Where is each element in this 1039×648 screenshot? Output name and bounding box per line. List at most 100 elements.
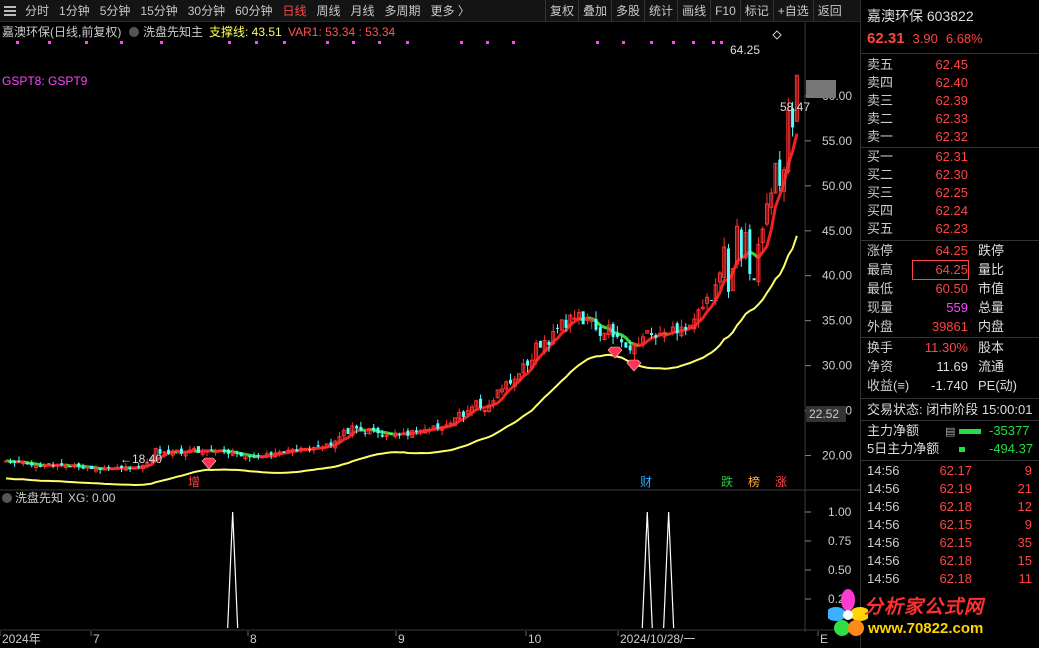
candle-body bbox=[726, 248, 730, 292]
ask-price[interactable]: 62.39 bbox=[913, 92, 968, 110]
tab-timeframe-4[interactable]: 30分钟 bbox=[183, 2, 230, 19]
signal-dot bbox=[228, 41, 231, 44]
ask-row: 卖二 62.33 bbox=[867, 110, 1037, 128]
date-label-year: 2024年 bbox=[2, 632, 41, 646]
tool-button-3[interactable]: 统计 bbox=[644, 0, 677, 22]
candle-body bbox=[564, 319, 568, 328]
tool-button-0[interactable]: 复权 bbox=[545, 0, 578, 22]
y-tick-label: 50.00 bbox=[822, 179, 852, 193]
trend-line bbox=[364, 427, 370, 432]
tab-timeframe-7[interactable]: 周线 bbox=[311, 2, 345, 19]
separator bbox=[861, 240, 1039, 241]
ask-label: 卖一 bbox=[867, 129, 894, 144]
candle-body bbox=[778, 159, 782, 186]
candle-body bbox=[98, 468, 102, 470]
candle-body bbox=[594, 318, 598, 330]
tab-timeframe-1[interactable]: 1分钟 bbox=[54, 2, 95, 19]
signal-dot bbox=[16, 41, 19, 44]
candle-body bbox=[175, 449, 180, 452]
ask-price[interactable]: 62.33 bbox=[913, 110, 968, 128]
candle-body bbox=[252, 456, 256, 458]
date-label-right: E bbox=[820, 632, 828, 646]
ask-price[interactable]: 62.45 bbox=[913, 56, 968, 74]
menu-icon[interactable] bbox=[4, 5, 16, 16]
tool-button-1[interactable]: 叠加 bbox=[578, 0, 611, 22]
event-tag[interactable]: 榜 bbox=[748, 474, 760, 489]
tab-timeframe-6[interactable]: 日线 bbox=[277, 2, 311, 19]
tick-row: 14:56 62.18 15 bbox=[867, 552, 1032, 570]
tab-timeframe-9[interactable]: 多周期 bbox=[380, 2, 426, 19]
tab-timeframe-5[interactable]: 60分钟 bbox=[230, 2, 277, 19]
ask-price[interactable]: 62.32 bbox=[913, 128, 968, 146]
candle-body bbox=[269, 452, 273, 455]
tab-timeframe-8[interactable]: 月线 bbox=[346, 2, 380, 19]
ask-label: 卖四 bbox=[867, 75, 894, 90]
event-tag[interactable]: 涨 bbox=[775, 474, 787, 489]
tool-button-8[interactable]: 返回 bbox=[812, 0, 846, 22]
bid-label: 买五 bbox=[867, 221, 894, 236]
candle-body bbox=[359, 426, 363, 431]
candle-body bbox=[556, 327, 560, 329]
candle-body bbox=[401, 432, 406, 435]
candle-body bbox=[406, 430, 410, 436]
event-tag[interactable]: 财 bbox=[640, 475, 652, 489]
bid-price[interactable]: 62.23 bbox=[913, 220, 968, 238]
tick-volume: 35 bbox=[1017, 535, 1032, 550]
date-label-cursor: 2024/10/28/一 bbox=[620, 632, 695, 646]
bid-price[interactable]: 62.24 bbox=[913, 202, 968, 220]
event-tag[interactable]: 增 bbox=[188, 475, 200, 489]
separator bbox=[861, 460, 1039, 461]
sub-indicator-toggle-icon[interactable] bbox=[2, 493, 12, 503]
indicator-toggle-icon[interactable] bbox=[129, 27, 139, 37]
tab-timeframe-2[interactable]: 5分钟 bbox=[95, 2, 136, 19]
kline-chart[interactable]: 60.0055.0050.0045.0040.0035.0030.0025.00… bbox=[0, 22, 860, 648]
stat-value: 64.25 bbox=[935, 243, 968, 258]
stat-label: 最高 bbox=[867, 262, 894, 277]
candle-body bbox=[508, 379, 512, 384]
tool-button-4[interactable]: 画线 bbox=[677, 0, 710, 22]
ask-price[interactable]: 62.40 bbox=[913, 74, 968, 92]
timeframe-tabs: 分时 1分钟 5分钟 15分钟 30分钟 60分钟 日线 周线 月线 多周期 更多 〉 bbox=[0, 0, 475, 22]
list-icon[interactable]: ▤ bbox=[945, 423, 959, 441]
candle-body bbox=[654, 335, 658, 338]
stat-label: 最低 bbox=[867, 281, 894, 296]
stat-row: 外盘 39861 内盘 bbox=[867, 318, 1037, 336]
signal-dot bbox=[672, 41, 675, 44]
tool-button-5[interactable]: F10 bbox=[710, 0, 740, 22]
sub-indicator-name: 洗盘先知 bbox=[15, 490, 63, 505]
tick-volume: 15 bbox=[1017, 553, 1032, 568]
candle-body bbox=[137, 466, 141, 468]
fund-label: 5日主力净额 bbox=[867, 441, 940, 456]
event-tag[interactable]: 跌 bbox=[721, 474, 733, 489]
logo-text: 分析家公式网 bbox=[864, 597, 985, 618]
tick-volume: 12 bbox=[1017, 499, 1032, 514]
tool-button-6[interactable]: 标记 bbox=[739, 0, 773, 22]
candle-body bbox=[77, 463, 81, 467]
sub-indicator-value: XG: 0.00 bbox=[68, 491, 116, 505]
tab-timeframe-0[interactable]: 分时 bbox=[20, 2, 54, 19]
tab-timeframe-3[interactable]: 15分钟 bbox=[135, 2, 182, 19]
y-tick-label: 45.00 bbox=[822, 224, 852, 238]
stat2-label: 换手 bbox=[867, 340, 894, 355]
bid-price[interactable]: 62.30 bbox=[913, 166, 968, 184]
signal-dot bbox=[460, 41, 463, 44]
tick-price: 62.18 bbox=[939, 499, 972, 514]
diamond-icon bbox=[626, 359, 642, 372]
candle-body bbox=[205, 450, 210, 453]
bid-price[interactable]: 62.25 bbox=[913, 184, 968, 202]
stock-price: 62.31 3.90 6.68% bbox=[867, 30, 983, 47]
tab-timeframe-10[interactable]: 更多 〉 bbox=[426, 2, 475, 19]
tool-button-7[interactable]: +自选 bbox=[772, 0, 813, 22]
candle-body bbox=[316, 445, 320, 447]
candle-body bbox=[85, 466, 90, 469]
signal-dot bbox=[255, 41, 258, 44]
candle-body bbox=[47, 463, 51, 465]
candle-body bbox=[286, 449, 291, 452]
stat-label: 外盘 bbox=[867, 319, 894, 334]
bid-price[interactable]: 62.31 bbox=[913, 148, 968, 166]
bid-row: 买三 62.25 bbox=[867, 184, 1037, 202]
tick-price: 62.17 bbox=[939, 463, 972, 478]
stat-label-right: 跌停 bbox=[978, 243, 1005, 258]
signal-dot bbox=[650, 41, 653, 44]
tool-button-2[interactable]: 多股 bbox=[611, 0, 644, 22]
